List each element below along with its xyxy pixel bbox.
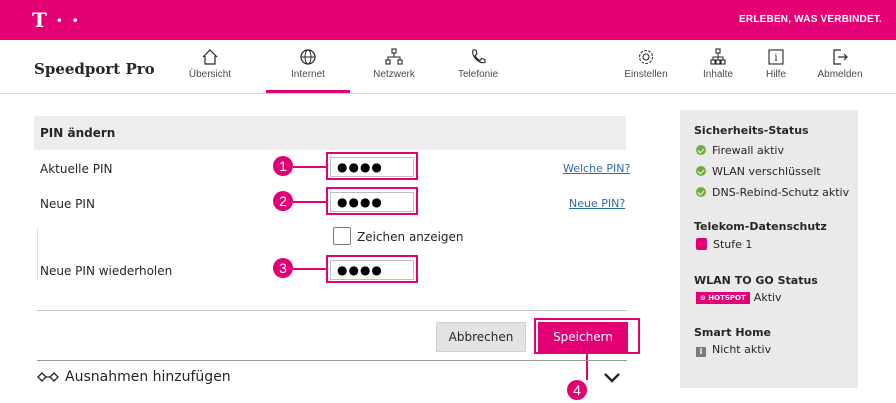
badge-connector (293, 201, 326, 203)
pin-section-header: PIN ändern (34, 116, 626, 150)
nav-item-label: Telefonie (457, 69, 499, 80)
check-icon (696, 187, 706, 197)
brand-tagline: ERLEBEN, WAS VERBINDET. (739, 14, 882, 25)
badge-connector (586, 354, 588, 380)
network-icon (385, 48, 403, 65)
top-brand-bar: T · · ERLEBEN, WAS VERBINDET. (0, 0, 896, 40)
save-button[interactable]: Speichern (538, 322, 628, 352)
section-divider (37, 360, 627, 361)
exceptions-row[interactable]: Ausnahmen hinzufügen (37, 369, 231, 385)
wlan-togo-status: ⊙ HOTSPOT Aktiv (696, 291, 782, 304)
repeat-pin-input[interactable] (330, 260, 414, 280)
new-pin-input[interactable] (330, 192, 414, 212)
step-badge-4: 4 (567, 380, 587, 400)
nav-item-uebersicht[interactable]: Übersicht (176, 48, 244, 90)
new-pin-help-link[interactable]: Neue PIN? (569, 197, 625, 210)
exceptions-label: Ausnahmen hinzufügen (65, 369, 231, 385)
nav-item-internet[interactable]: Internet (274, 48, 342, 90)
main-navigation: Speedport Pro Übersicht Internet Netzwer… (0, 40, 896, 94)
badge-connector (293, 268, 326, 270)
status-text: Firewall aktiv (712, 144, 784, 157)
repeat-pin-field (326, 255, 418, 283)
telekom-logo[interactable]: T · · (32, 8, 80, 32)
check-icon (696, 166, 706, 176)
logout-icon (833, 49, 848, 65)
step-badge-1: 1 (273, 156, 293, 176)
status-text: DNS-Rebind-Schutz aktiv (712, 186, 850, 199)
nav-item-einstellen[interactable]: Einstellen (612, 48, 680, 90)
check-icon (696, 145, 706, 155)
product-name: Speedport Pro (34, 60, 155, 78)
nav-item-netzwerk[interactable]: Netzwerk (360, 48, 428, 90)
smart-home-status: i Nicht aktiv (696, 343, 771, 357)
globe-icon (300, 49, 316, 65)
svg-text:i: i (774, 53, 777, 64)
nav-item-label: Internet (291, 69, 325, 80)
current-pin-label: Aktuelle PIN (40, 162, 113, 176)
security-status-title: Sicherheits-Status (694, 124, 809, 137)
current-pin-input[interactable] (330, 157, 414, 177)
nav-item-label: Übersicht (188, 69, 232, 80)
step-badge-3: 3 (273, 258, 293, 278)
link-icon (37, 372, 59, 382)
nav-item-label: Netzwerk (373, 69, 415, 80)
smart-home-title: Smart Home (694, 326, 772, 339)
new-pin-label: Neue PIN (40, 197, 95, 211)
active-tab-indicator (266, 90, 350, 93)
form-divider (37, 310, 627, 311)
which-pin-link[interactable]: Welche PIN? (563, 162, 630, 175)
nav-item-hilfe[interactable]: i Hilfe (742, 48, 810, 90)
nav-item-telefonie[interactable]: Telefonie (444, 48, 512, 90)
chevron-down-icon[interactable] (603, 372, 621, 384)
status-sidebar: Sicherheits-Status Firewall aktiv WLAN v… (680, 110, 858, 388)
nav-item-label: Abmelden (817, 69, 863, 80)
status-text: WLAN verschlüsselt (712, 165, 821, 178)
phone-icon (472, 49, 486, 64)
smart-home-status-text: Nicht aktiv (712, 343, 772, 356)
hotspot-badge: ⊙ HOTSPOT (696, 292, 750, 304)
row-divider (37, 228, 38, 280)
status-item-wlan: WLAN verschlüsselt (696, 165, 821, 178)
privacy-title: Telekom-Datenschutz (694, 220, 827, 233)
privacy-level: Stufe 1 (696, 238, 752, 251)
gear-icon (638, 49, 654, 65)
nav-item-abmelden[interactable]: Abmelden (806, 48, 874, 90)
new-pin-field (326, 187, 418, 215)
nav-item-label: Einstellen (624, 69, 668, 80)
wlan-togo-status-text: Aktiv (753, 291, 782, 304)
badge-connector (293, 166, 326, 168)
repeat-pin-label: Neue PIN wiederholen (40, 264, 173, 278)
home-icon (202, 49, 218, 65)
privacy-level-text: Stufe 1 (713, 238, 753, 251)
content-icon (710, 48, 726, 65)
nav-item-label: Hilfe (765, 69, 786, 80)
status-item-firewall: Firewall aktiv (696, 144, 784, 157)
info-icon: i (696, 347, 706, 357)
section-title: PIN ändern (40, 126, 116, 140)
current-pin-field (326, 152, 418, 180)
step-badge-2: 2 (273, 191, 293, 211)
status-item-dns: DNS-Rebind-Schutz aktiv (696, 186, 849, 199)
privacy-level-icon (696, 238, 707, 250)
help-icon: i (768, 49, 784, 65)
cancel-button[interactable]: Abbrechen (436, 322, 526, 352)
show-chars-checkbox[interactable] (333, 227, 351, 245)
show-chars-label[interactable]: Zeichen anzeigen (357, 230, 464, 244)
wlan-togo-title: WLAN TO GO Status (694, 274, 818, 287)
